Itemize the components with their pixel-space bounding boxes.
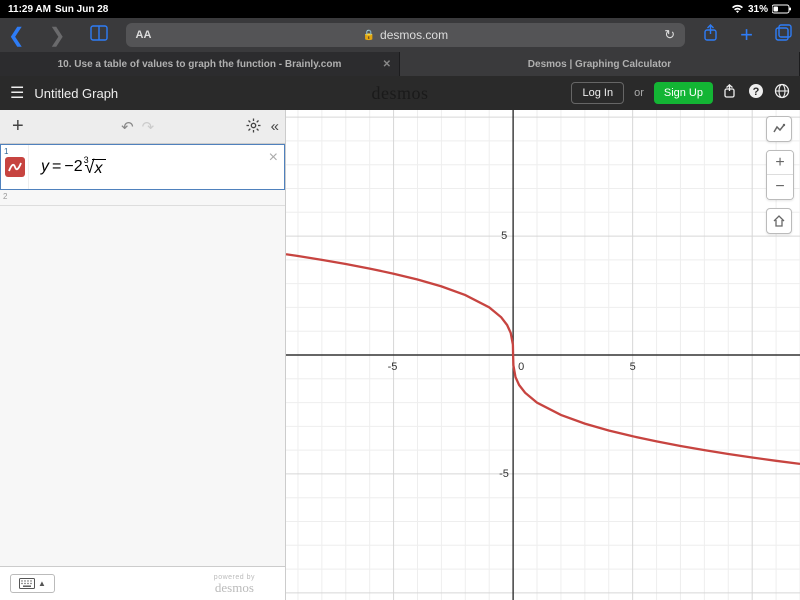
redo-button[interactable]: ↷ bbox=[142, 118, 155, 136]
graph-settings-button[interactable] bbox=[766, 116, 792, 142]
axis-label: 0 bbox=[518, 361, 524, 373]
graph-plot[interactable] bbox=[286, 110, 800, 600]
url-host: desmos.com bbox=[380, 28, 448, 42]
wifi-icon bbox=[731, 4, 744, 14]
collapse-panel-button[interactable]: « bbox=[271, 118, 279, 135]
reload-button[interactable]: ↻ bbox=[664, 27, 675, 43]
help-button[interactable]: ? bbox=[748, 83, 764, 103]
zoom-out-button[interactable]: − bbox=[767, 175, 793, 199]
ipad-status-bar: 11:29 AM Sun Jun 28 31% bbox=[0, 0, 800, 18]
undo-button[interactable]: ↶ bbox=[121, 118, 134, 136]
menu-button[interactable]: ☰ bbox=[10, 83, 24, 103]
tab-desmos[interactable]: Desmos | Graphing Calculator bbox=[400, 52, 800, 76]
share-graph-button[interactable] bbox=[723, 84, 738, 102]
main-area: + ↶ ↷ « 1 y=−2 3 √x bbox=[0, 110, 800, 600]
battery-percent: 31% bbox=[748, 4, 768, 15]
expression-panel: + ↶ ↷ « 1 y=−2 3 √x bbox=[0, 110, 286, 600]
expression-badge[interactable]: 1 bbox=[1, 145, 29, 189]
svg-text:?: ? bbox=[753, 86, 760, 98]
zoom-home-button[interactable] bbox=[766, 208, 792, 234]
lock-icon: 🔒 bbox=[363, 30, 375, 41]
axis-label: 5 bbox=[630, 361, 636, 373]
nav-back-button[interactable]: ❮ bbox=[8, 23, 25, 48]
status-date: Sun Jun 28 bbox=[55, 4, 108, 15]
expression-index: 1 bbox=[4, 147, 8, 156]
desmos-logo: desmos bbox=[372, 83, 429, 104]
safari-toolbar: ❮ ❯ AA 🔒 desmos.com ↻ + bbox=[0, 18, 800, 52]
tab-label: Desmos | Graphing Calculator bbox=[528, 59, 671, 70]
nav-forward-button[interactable]: ❯ bbox=[49, 23, 66, 48]
axis-label: 5 bbox=[501, 230, 507, 242]
axis-label: -5 bbox=[499, 468, 509, 480]
login-button[interactable]: Log In bbox=[571, 82, 624, 104]
expression-row-1[interactable]: 1 y=−2 3 √x × bbox=[0, 144, 285, 190]
keyboard-toggle-button[interactable]: ▲ bbox=[10, 574, 55, 593]
language-button[interactable] bbox=[774, 83, 790, 103]
delete-expression-button[interactable]: × bbox=[269, 149, 278, 167]
axis-label: -5 bbox=[388, 361, 398, 373]
bookmarks-button[interactable] bbox=[90, 25, 108, 46]
battery-icon bbox=[772, 4, 792, 14]
expression-input[interactable]: y=−2 3 √x bbox=[29, 145, 284, 189]
tab-label: 10. Use a table of values to graph the f… bbox=[58, 59, 342, 70]
graph-title[interactable]: Untitled Graph bbox=[34, 86, 118, 101]
reader-aa-button[interactable]: AA bbox=[136, 29, 152, 41]
powered-by-desmos: powered by desmos bbox=[214, 574, 255, 594]
share-button[interactable] bbox=[703, 24, 718, 47]
graph-controls: + − bbox=[766, 116, 794, 234]
expression-panel-footer: ▲ powered by desmos bbox=[0, 566, 285, 600]
tab-brainly[interactable]: 10. Use a table of values to graph the f… bbox=[0, 52, 400, 76]
url-bar[interactable]: AA 🔒 desmos.com ↻ bbox=[126, 23, 686, 47]
graph-area[interactable]: -5 0 5 5 -5 + − bbox=[286, 110, 800, 600]
expression-index: 2 bbox=[3, 192, 7, 201]
tab-close-button[interactable]: ✕ bbox=[383, 59, 391, 70]
tabs-overview-button[interactable] bbox=[775, 24, 792, 46]
add-expression-button[interactable]: + bbox=[6, 115, 30, 138]
expression-row-2[interactable]: 2 bbox=[0, 190, 285, 206]
expression-settings-button[interactable] bbox=[246, 118, 261, 136]
zoom-in-button[interactable]: + bbox=[767, 151, 793, 175]
expression-color-icon bbox=[5, 157, 25, 177]
desmos-header: ☰ Untitled Graph desmos Log In or Sign U… bbox=[0, 76, 800, 110]
or-text: or bbox=[634, 87, 644, 99]
safari-tab-bar: 10. Use a table of values to graph the f… bbox=[0, 52, 800, 76]
signup-button[interactable]: Sign Up bbox=[654, 82, 713, 104]
new-tab-button[interactable]: + bbox=[740, 22, 753, 48]
expression-toolbar: + ↶ ↷ « bbox=[0, 110, 285, 144]
status-time: 11:29 AM bbox=[8, 4, 51, 15]
